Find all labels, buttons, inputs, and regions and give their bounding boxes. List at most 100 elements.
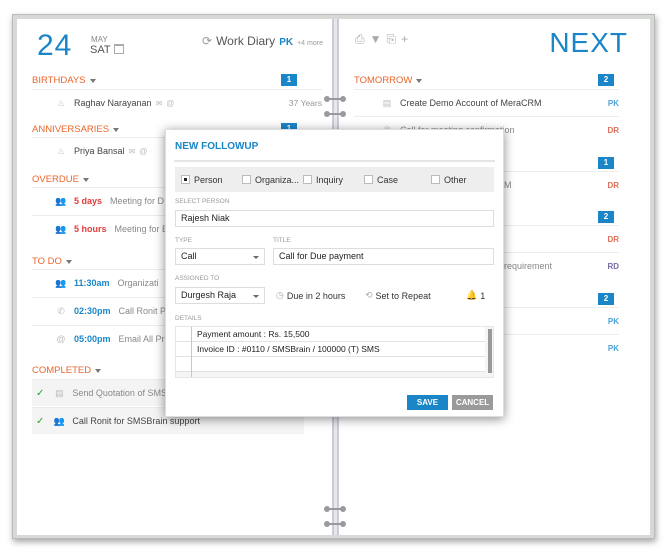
set-repeat[interactable]: ⟲ Set to Repeat — [365, 290, 431, 301]
details-line: Payment amount : Rs. 15,500 — [176, 327, 485, 342]
section-label: TOMORROW — [354, 75, 413, 86]
chevron-down-icon — [253, 256, 259, 259]
option-label: Case — [377, 174, 399, 185]
option-other[interactable]: Other — [431, 175, 467, 185]
more-users-link[interactable]: +4 more — [297, 40, 323, 47]
type-select[interactable]: Call — [175, 248, 265, 265]
followup-type-options: Person Organiza... Inquiry Case Other — [175, 167, 494, 192]
caret-down-icon — [82, 177, 89, 182]
check-icon[interactable]: ✓ — [36, 388, 44, 399]
save-button[interactable]: SAVE — [407, 395, 448, 410]
assignee-initials: DR — [607, 234, 619, 244]
option-case[interactable]: Case — [364, 175, 398, 185]
checkbox[interactable] — [242, 175, 251, 184]
section-label: BIRTHDAYS — [32, 75, 86, 86]
filter-icon[interactable]: ▼ — [370, 32, 382, 47]
task-time: 05:00pm — [74, 334, 111, 344]
date-day-number: 24 — [37, 29, 73, 62]
section-anniversaries[interactable]: ANNIVERSARIES — [32, 124, 120, 135]
mail-icon[interactable]: ✉ — [129, 147, 136, 156]
at-icon[interactable]: @ — [139, 147, 147, 156]
select-person-label: SELECT PERSON — [175, 198, 230, 205]
reminders[interactable]: 🔔 1 — [466, 290, 485, 301]
reminder-count: 1 — [480, 290, 486, 301]
option-label: Inquiry — [316, 174, 344, 185]
export-icon[interactable]: ⎘ — [387, 32, 397, 47]
checkbox[interactable] — [303, 175, 312, 184]
scrollbar[interactable] — [488, 329, 492, 373]
task-icon: ▤ — [382, 97, 392, 108]
meeting-icon: 👥 — [55, 195, 67, 206]
due-text: Due in 2 hours — [286, 290, 346, 301]
option-inquiry[interactable]: Inquiry — [303, 175, 343, 185]
caret-down-icon — [89, 78, 96, 83]
at-icon[interactable]: @ — [166, 99, 174, 108]
title-label: TITLE — [273, 237, 291, 244]
task-time: 02:30pm — [74, 306, 111, 316]
caret-down-icon — [416, 78, 423, 83]
section-todo[interactable]: TO DO — [32, 256, 72, 267]
option-label: Person — [194, 174, 223, 185]
checkbox[interactable] — [364, 175, 373, 184]
task-text: Email All Pr — [118, 334, 165, 344]
date-month: MAY — [91, 35, 108, 44]
due-time[interactable]: ◷ Due in 2 hours — [276, 290, 345, 301]
section-label: ANNIVERSARIES — [32, 124, 110, 135]
mail-icon[interactable]: ✉ — [156, 99, 163, 108]
refresh-icon[interactable]: ⟳ — [202, 34, 212, 48]
assigned-to-label: ASSIGNED TO — [175, 275, 220, 282]
task-text: Send Quotation of SMS — [72, 388, 167, 398]
task-text: requirement — [504, 261, 553, 271]
section-overdue[interactable]: OVERDUE — [32, 174, 89, 185]
checkbox[interactable] — [431, 175, 440, 184]
option-person[interactable]: Person — [181, 175, 223, 185]
dialog-title: NEW FOLLOWUP — [175, 141, 259, 152]
meeting-icon: 👥 — [55, 277, 67, 288]
type-value: Call — [181, 251, 197, 261]
section-birthdays[interactable]: BIRTHDAYS — [32, 75, 96, 86]
current-user[interactable]: PK — [279, 37, 293, 48]
assignee-initials: PK — [607, 343, 619, 353]
section-label: COMPLETED — [32, 365, 92, 376]
add-icon[interactable]: + — [401, 32, 408, 47]
details-line — [176, 357, 485, 372]
list-item[interactable]: ▤ Create Demo Account of MeraCRM PK — [354, 89, 619, 116]
person-name: Priya Bansal — [74, 146, 125, 156]
caret-down-icon — [65, 259, 72, 264]
repeat-text: Set to Repeat — [375, 290, 431, 301]
task-text: Create Demo Account of MeraCRM — [400, 98, 542, 108]
tomorrow-count-badge: 2 — [598, 74, 614, 86]
birthdays-count-badge: 1 — [281, 74, 297, 86]
binder-ring — [324, 96, 346, 102]
person-name: Raghav Narayanan — [74, 98, 152, 108]
assignee-initials: DR — [607, 180, 619, 190]
work-diary-header: ⟳ Work Diary PK +4 more — [202, 34, 323, 48]
cancel-button[interactable]: CANCEL — [452, 395, 493, 410]
title-input[interactable]: Call for Due payment — [273, 248, 494, 265]
calendar-icon[interactable] — [114, 44, 124, 54]
section-tomorrow[interactable]: TOMORROW — [354, 75, 423, 86]
task-text: Meeting for D — [110, 196, 165, 206]
details-label: DETAILS — [175, 315, 202, 322]
task-time: 11:30am — [74, 278, 110, 288]
phone-icon: ✆ — [57, 305, 65, 316]
assigned-to-select[interactable]: Durgesh Raja — [175, 287, 265, 304]
checkbox[interactable] — [181, 175, 190, 184]
cake-icon: ♨ — [56, 97, 66, 108]
section-count-badge: 2 — [598, 211, 614, 223]
check-icon[interactable]: ✓ — [36, 416, 44, 427]
age-text: 37 Years — [288, 98, 322, 108]
binder-ring — [324, 111, 346, 117]
margin-line — [191, 327, 192, 377]
details-textarea[interactable]: Payment amount : Rs. 15,500 Invoice ID :… — [175, 326, 494, 378]
option-organization[interactable]: Organiza... — [242, 175, 299, 185]
option-label: Organiza... — [255, 174, 300, 185]
task-text: M — [504, 180, 512, 190]
person-input[interactable]: Rajesh Niak — [175, 210, 494, 227]
print-icon[interactable]: ⎙ — [355, 32, 365, 47]
assignee-initials: DR — [607, 125, 619, 135]
task-text: Organizati — [117, 278, 159, 288]
list-item[interactable]: ♨ Raghav Narayanan ✉ @ 37 Years — [32, 89, 322, 116]
clock-icon: ◷ — [276, 290, 284, 300]
section-completed[interactable]: COMPLETED — [32, 365, 102, 376]
